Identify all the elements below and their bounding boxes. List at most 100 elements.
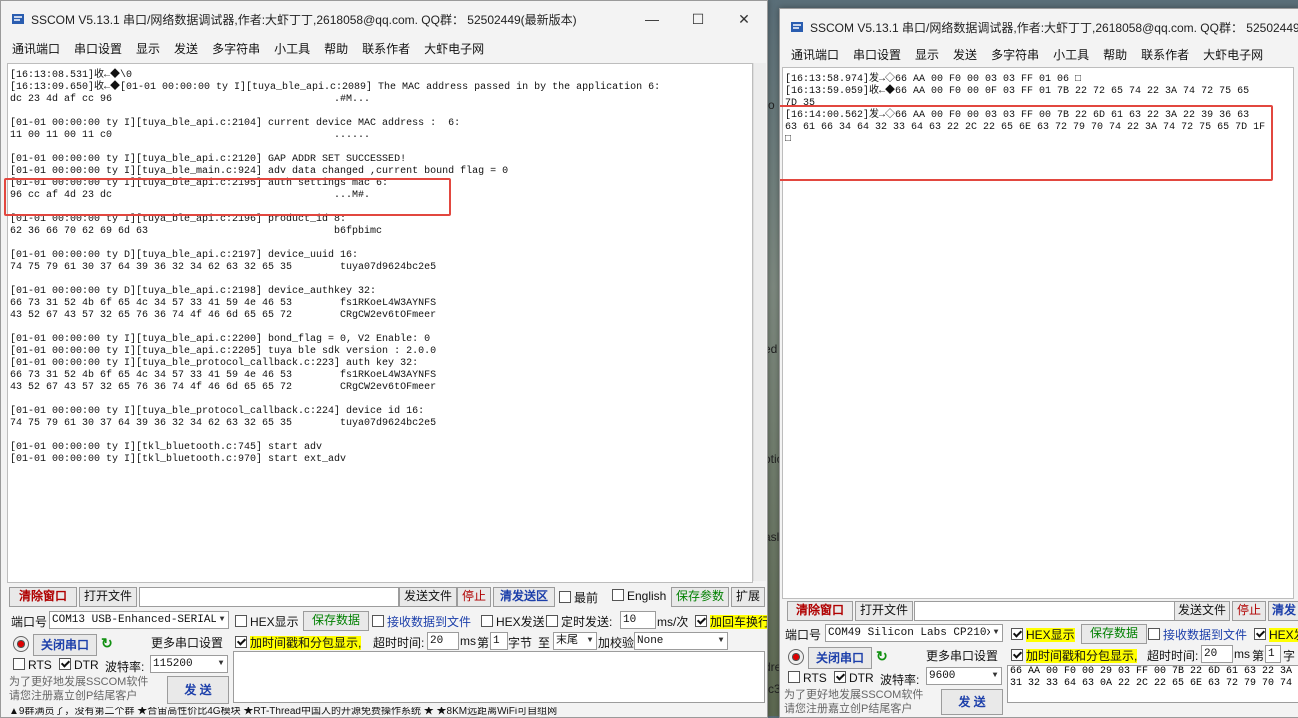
baud-label: 波特率: <box>105 660 145 674</box>
top-most-checkbox[interactable]: 最前 <box>559 589 598 606</box>
hex-send-checkbox[interactable]: HEX发送 <box>481 613 545 630</box>
stop-button[interactable]: 停止 <box>457 587 491 607</box>
baud-label: 波特率: <box>880 673 920 687</box>
menu-item-help[interactable]: 帮助 <box>1096 46 1134 63</box>
send-area[interactable] <box>233 651 765 703</box>
port-label: 端口号 <box>785 628 822 642</box>
expand-button[interactable]: 扩展 <box>731 587 765 607</box>
save-data-button[interactable]: 保存数据 <box>1081 624 1147 644</box>
byte-label: 字节 <box>508 636 533 650</box>
checksum-select[interactable]: None ▼ <box>634 632 728 650</box>
dtr-checkbox[interactable]: DTR <box>834 671 874 685</box>
file-path-input[interactable] <box>139 587 399 607</box>
add-crlf-checkbox[interactable]: 加回车换行 <box>695 613 767 630</box>
vertical-scrollbar[interactable] <box>753 63 766 581</box>
terminal-text: [16:13:08.531]收←◆\0 [16:13:09.650]收←◆[01… <box>10 70 661 465</box>
timed-send-checkbox[interactable]: 定时发送: <box>546 613 612 630</box>
english-checkbox[interactable]: English <box>612 589 666 603</box>
nth-label: 第 <box>477 636 490 650</box>
baud-select[interactable]: 115200 ▼ <box>150 655 228 673</box>
menu-item-help[interactable]: 帮助 <box>317 40 355 57</box>
menu-item-send[interactable]: 发送 <box>946 46 984 63</box>
promo-line-1: 为了更好地发展SSCOM软件 <box>9 676 149 688</box>
file-path-input[interactable] <box>914 601 1176 621</box>
clear-window-button[interactable]: 清除窗口 <box>9 587 77 607</box>
stop-button[interactable]: 停止 <box>1232 601 1266 621</box>
menu-item-contact[interactable]: 联系作者 <box>1134 46 1196 63</box>
timeout-label: 超时时间: <box>1147 649 1199 663</box>
chevron-down-icon: ▼ <box>990 625 1002 641</box>
menu-item-tools[interactable]: 小工具 <box>1046 46 1096 63</box>
port-select[interactable]: COM13 USB-Enhanced-SERIAL CH343▼ <box>49 611 229 629</box>
promo-line-1: 为了更好地发展SSCOM软件 <box>784 689 924 701</box>
close-icon[interactable]: ✕ <box>721 1 767 37</box>
menu-item-display[interactable]: 显示 <box>129 40 167 57</box>
receive-terminal[interactable]: [16:13:08.531]收←◆\0 [16:13:09.650]收←◆[01… <box>7 63 753 583</box>
menu-item-multi-string[interactable]: 多字符串 <box>984 46 1046 63</box>
menu-item-website[interactable]: 大虾电子网 <box>417 40 491 57</box>
close-port-button[interactable]: 关闭串口 <box>33 634 97 656</box>
window-title: SSCOM V5.13.1 串口/网络数据调试器,作者:大虾丁丁,2618058… <box>810 20 1298 35</box>
end-select[interactable]: 末尾 ▼ <box>553 632 597 650</box>
dtr-checkbox[interactable]: DTR <box>59 658 99 672</box>
save-data-button[interactable]: 保存数据 <box>303 611 369 631</box>
clear-send-button[interactable]: 清发 <box>1268 601 1298 621</box>
baud-select[interactable]: 9600 ▼ <box>926 667 1002 685</box>
rts-checkbox[interactable]: RTS <box>13 658 52 672</box>
menu-item-send[interactable]: 发送 <box>167 40 205 57</box>
interval-unit: ms/次 <box>657 615 689 629</box>
interval-input[interactable]: 10 <box>620 611 656 629</box>
hex-display-checkbox[interactable]: HEX显示 <box>235 613 299 630</box>
clear-window-button[interactable]: 清除窗口 <box>787 601 853 621</box>
clear-send-button[interactable]: 清发送区 <box>493 587 555 607</box>
save-params-button[interactable]: 保存参数 <box>671 587 729 607</box>
send-button[interactable]: 发 送 <box>167 676 229 704</box>
port-status-icon <box>788 649 804 665</box>
timeout-label: 超时时间: <box>373 636 425 650</box>
close-port-button[interactable]: 关闭串口 <box>808 647 872 669</box>
send-area[interactable]: 66 AA 00 F0 00 29 03 FF 00 7B 22 6D 61 6… <box>1007 665 1298 703</box>
window-title: SSCOM V5.13.1 串口/网络数据调试器,作者:大虾丁丁,2618058… <box>31 12 577 27</box>
menu-item-contact[interactable]: 联系作者 <box>355 40 417 57</box>
timeout-input[interactable]: 20 <box>427 632 459 650</box>
open-file-button[interactable]: 打开文件 <box>79 587 137 607</box>
more-settings-link[interactable]: 更多串口设置 <box>926 647 998 664</box>
more-settings-link[interactable]: 更多串口设置 <box>151 634 223 651</box>
menu-item-tools[interactable]: 小工具 <box>267 40 317 57</box>
minimize-icon[interactable]: — <box>629 1 675 37</box>
menu-item-serial-settings[interactable]: 串口设置 <box>67 40 129 57</box>
menu-item-comm-port[interactable]: 通讯端口 <box>784 46 846 63</box>
nth-label: 第 <box>1252 649 1265 663</box>
highlight-box <box>780 105 1273 181</box>
title-bar[interactable]: SSCOM V5.13.1 串口/网络数据调试器,作者:大虾丁丁,2618058… <box>1 1 767 37</box>
menu-item-display[interactable]: 显示 <box>908 46 946 63</box>
menu-item-website[interactable]: 大虾电子网 <box>1196 46 1270 63</box>
checksum-label: 加校验 <box>598 636 635 650</box>
port-label: 端口号 <box>11 615 48 629</box>
hex-display-checkbox[interactable]: HEX显示 <box>1011 626 1075 643</box>
chevron-down-icon: ▼ <box>584 633 596 649</box>
recv-to-file-checkbox[interactable]: 接收数据到文件 <box>1148 626 1247 643</box>
byte-label: 字 <box>1283 649 1296 663</box>
byte-index-input[interactable]: 1 <box>1265 645 1281 663</box>
open-file-button[interactable]: 打开文件 <box>855 601 913 621</box>
menu-item-serial-settings[interactable]: 串口设置 <box>846 46 908 63</box>
recv-to-file-checkbox[interactable]: 接收数据到文件 <box>372 613 471 630</box>
timestamp-checkbox[interactable]: 加时间戳和分包显示, <box>1011 647 1138 664</box>
maximize-icon[interactable]: ☐ <box>675 1 721 37</box>
rts-checkbox[interactable]: RTS <box>788 671 827 685</box>
port-select[interactable]: COM49 Silicon Labs CP210x U ▼ <box>825 624 1003 642</box>
refresh-icon[interactable]: ↻ <box>101 636 115 650</box>
send-button[interactable]: 发 送 <box>941 689 1003 715</box>
timeout-input[interactable]: 20 <box>1201 645 1233 663</box>
menu-item-multi-string[interactable]: 多字符串 <box>205 40 267 57</box>
byte-index-input[interactable]: 1 <box>490 632 508 650</box>
timestamp-checkbox[interactable]: 加时间戳和分包显示, <box>235 634 362 651</box>
menu-item-comm-port[interactable]: 通讯端口 <box>5 40 67 57</box>
send-file-button[interactable]: 发送文件 <box>1174 601 1230 621</box>
highlight-box <box>4 178 451 216</box>
send-file-button[interactable]: 发送文件 <box>399 587 457 607</box>
title-bar[interactable]: SSCOM V5.13.1 串口/网络数据调试器,作者:大虾丁丁,2618058… <box>780 9 1298 45</box>
refresh-icon[interactable]: ↻ <box>876 649 890 663</box>
hex-send-checkbox[interactable]: HEX发 <box>1254 626 1298 643</box>
